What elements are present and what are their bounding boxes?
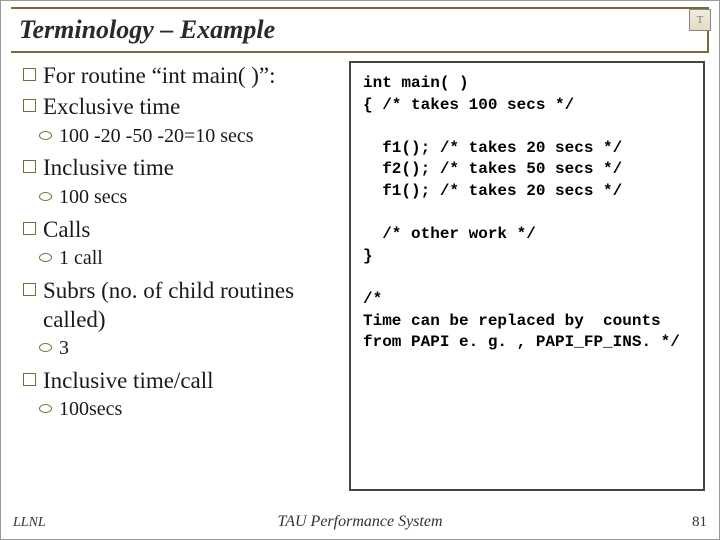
sub-item: 3 <box>23 336 349 362</box>
item-label: Inclusive time <box>43 155 174 180</box>
sub-item: 100 -20 -50 -20=10 secs <box>23 124 349 150</box>
page-number: 81 <box>692 514 707 531</box>
code-block: int main( ) { /* takes 100 secs */ f1();… <box>349 61 705 491</box>
list-item: For routine “int main( )”: <box>23 61 349 90</box>
code-line: { /* takes 100 secs */ <box>363 96 574 114</box>
code-line: f1(); /* takes 20 secs */ <box>363 139 622 157</box>
code-line: from PAPI e. g. , PAPI_FP_INS. */ <box>363 333 680 351</box>
sub-label: 100secs <box>59 398 122 420</box>
sub-label: 1 call <box>59 247 103 269</box>
logo-badge: T <box>689 9 711 31</box>
oval-bullet-icon <box>39 404 52 413</box>
oval-bullet-icon <box>39 343 52 352</box>
item-label: Inclusive time/call <box>43 368 214 393</box>
sub-label: 100 secs <box>59 186 127 208</box>
code-panel: int main( ) { /* takes 100 secs */ f1();… <box>349 61 705 491</box>
square-bullet-icon <box>23 283 36 296</box>
code-line: /* other work */ <box>363 225 536 243</box>
square-bullet-icon <box>23 373 36 386</box>
code-line: Time can be replaced by counts <box>363 312 661 330</box>
oval-bullet-icon <box>39 253 52 262</box>
slide-header: Terminology – Example <box>11 7 709 53</box>
list-item: Calls <box>23 215 349 244</box>
item-label: For routine “int main( )”: <box>43 63 276 88</box>
sub-item: 100 secs <box>23 185 349 211</box>
sub-label: 100 -20 -50 -20=10 secs <box>59 125 254 147</box>
list-item: Inclusive time <box>23 153 349 182</box>
code-line: f2(); /* takes 50 secs */ <box>363 160 622 178</box>
slide-body: For routine “int main( )”: Exclusive tim… <box>1 53 719 491</box>
square-bullet-icon <box>23 222 36 235</box>
list-item: Subrs (no. of child routines called) <box>23 276 349 335</box>
square-bullet-icon <box>23 160 36 173</box>
code-line: /* <box>363 290 382 308</box>
slide-footer: LLNL TAU Performance System 81 <box>1 513 719 531</box>
slide-title: Terminology – Example <box>19 15 275 44</box>
code-line: f1(); /* takes 20 secs */ <box>363 182 622 200</box>
sub-item: 100secs <box>23 397 349 423</box>
oval-bullet-icon <box>39 131 52 140</box>
item-label: Exclusive time <box>43 94 180 119</box>
square-bullet-icon <box>23 68 36 81</box>
footer-left: LLNL <box>13 515 46 531</box>
footer-center: TAU Performance System <box>1 513 719 531</box>
list-item: Exclusive time <box>23 92 349 121</box>
sub-label: 3 <box>59 337 69 359</box>
square-bullet-icon <box>23 99 36 112</box>
item-label: Calls <box>43 217 90 242</box>
code-line: } <box>363 247 373 265</box>
sub-item: 1 call <box>23 246 349 272</box>
code-line: int main( ) <box>363 74 469 92</box>
list-item: Inclusive time/call <box>23 366 349 395</box>
bullet-list: For routine “int main( )”: Exclusive tim… <box>11 61 349 491</box>
oval-bullet-icon <box>39 192 52 201</box>
item-label: Subrs (no. of child routines called) <box>43 278 294 332</box>
